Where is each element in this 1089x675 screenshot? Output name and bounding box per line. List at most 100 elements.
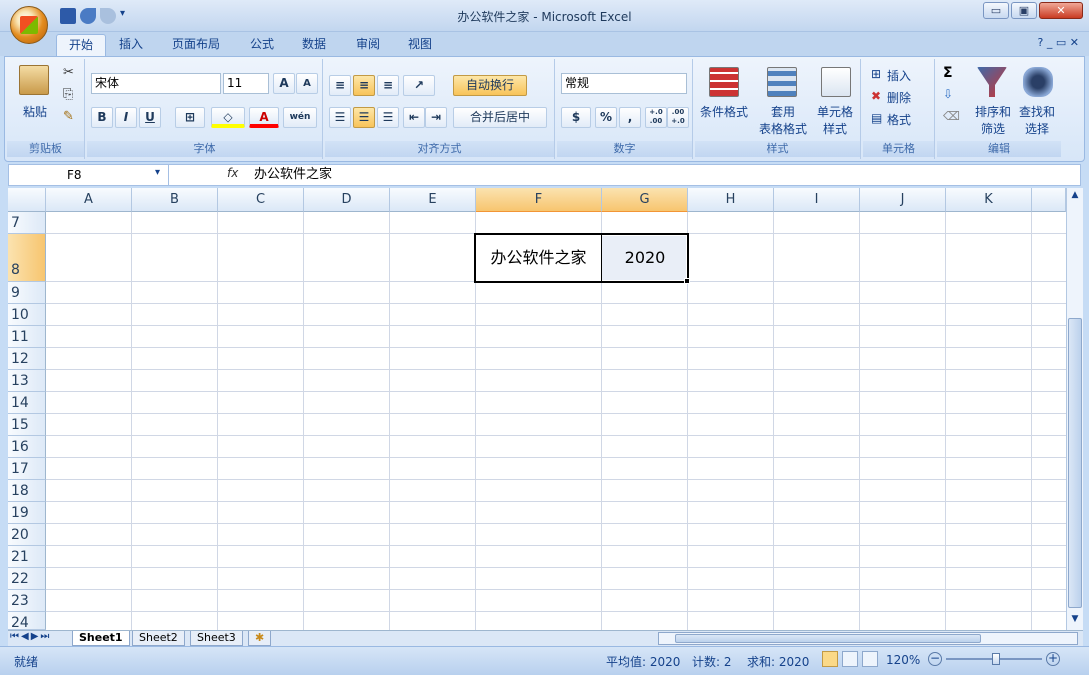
formula-input[interactable]: 办公软件之家 [254, 165, 332, 185]
scroll-up-icon[interactable]: ▲ [1068, 190, 1082, 204]
cell-G8[interactable]: 2020 [602, 234, 688, 282]
fill-color-icon[interactable]: ◇ [211, 107, 245, 128]
zoom-level[interactable]: 120% [886, 653, 920, 667]
row-header[interactable]: 14 [8, 392, 46, 414]
grow-font-button[interactable]: A [273, 73, 295, 94]
row-header[interactable]: 22 [8, 568, 46, 590]
office-button[interactable] [10, 6, 48, 44]
column-header[interactable]: C [218, 188, 304, 212]
delete-cells-icon[interactable]: ✖ [871, 89, 881, 103]
column-header[interactable]: H [688, 188, 774, 212]
cell-styles-icon[interactable] [821, 67, 851, 97]
column-header[interactable]: B [132, 188, 218, 212]
restore-button[interactable]: ▣ [1011, 2, 1037, 19]
new-sheet-icon[interactable]: ✱ [248, 631, 272, 646]
sheet-tab-3[interactable]: Sheet3 [190, 631, 243, 646]
row-header[interactable]: 15 [8, 414, 46, 436]
sort-filter-line2[interactable]: 筛选 [971, 120, 1015, 137]
minimize-button[interactable]: ▭ [983, 2, 1009, 19]
format-table-line1[interactable]: 套用 [753, 103, 813, 120]
column-header[interactable]: A [46, 188, 132, 212]
decrease-decimal-button[interactable]: .00 +.0 [667, 107, 689, 128]
font-color-button[interactable]: A [249, 107, 279, 128]
sort-filter-icon[interactable] [977, 67, 1007, 97]
scroll-thumb[interactable] [1068, 318, 1082, 608]
row-header[interactable]: 13 [8, 370, 46, 392]
tab-insert[interactable]: 插入 [107, 34, 155, 56]
cell-styles-line1[interactable]: 单元格 [813, 103, 857, 120]
normal-view-icon[interactable] [822, 651, 838, 667]
zoom-out-icon[interactable]: − [928, 652, 942, 666]
row-header[interactable]: 10 [8, 304, 46, 326]
scroll-down-icon[interactable]: ▼ [1068, 614, 1082, 628]
tab-data[interactable]: 数据 [290, 34, 338, 56]
tab-formulas[interactable]: 公式 [238, 34, 286, 56]
sheet-tab-1[interactable]: Sheet1 [72, 631, 130, 646]
copy-icon[interactable]: ⎘ [63, 87, 73, 102]
zoom-in-icon[interactable]: + [1046, 652, 1060, 666]
italic-button[interactable]: I [115, 107, 137, 128]
sheet-nav-icon[interactable]: ⏮◀▶⏭ [10, 631, 51, 642]
cut-icon[interactable]: ✂ [63, 65, 74, 80]
row-header[interactable]: 9 [8, 282, 46, 304]
column-header[interactable]: J [860, 188, 946, 212]
row-header[interactable]: 19 [8, 502, 46, 524]
name-box-dropdown-icon[interactable]: ▾ [155, 167, 160, 178]
fill-icon[interactable]: ⇩ [943, 87, 953, 101]
column-header[interactable]: G [602, 188, 688, 212]
tab-page-layout[interactable]: 页面布局 [160, 34, 232, 56]
decrease-indent-icon[interactable]: ⇤ [403, 107, 425, 128]
page-layout-view-icon[interactable] [842, 651, 858, 667]
increase-decimal-button[interactable]: +.0 .00 [645, 107, 667, 128]
align-bottom-icon[interactable]: ≡ [377, 75, 399, 96]
insert-function-button[interactable]: fx [227, 166, 238, 180]
name-box[interactable]: F8 [9, 165, 169, 185]
tab-home[interactable]: 开始 [56, 34, 107, 56]
format-table-icon[interactable] [767, 67, 797, 97]
number-format-select[interactable]: 常规 [561, 73, 687, 94]
align-right-icon[interactable]: ☰ [377, 107, 399, 128]
row-header[interactable]: 12 [8, 348, 46, 370]
paste-icon[interactable] [19, 65, 49, 95]
row-header[interactable]: 8 [8, 234, 46, 282]
row-header[interactable]: 23 [8, 590, 46, 612]
align-top-icon[interactable]: ≡ [329, 75, 351, 96]
row-header[interactable]: 20 [8, 524, 46, 546]
vertical-scrollbar[interactable]: ▲ ▼ [1066, 188, 1083, 630]
find-select-icon[interactable] [1023, 67, 1053, 97]
hscroll-thumb[interactable] [675, 634, 981, 643]
help-icon[interactable]: ? _ ▭ ✕ [1038, 36, 1079, 49]
tab-review[interactable]: 审阅 [344, 34, 392, 56]
column-header[interactable]: I [774, 188, 860, 212]
column-header[interactable]: E [390, 188, 476, 212]
align-center-icon[interactable]: ☰ [353, 107, 375, 128]
column-header[interactable]: D [304, 188, 390, 212]
merge-center-button[interactable]: 合并后居中 [453, 107, 547, 128]
worksheet-grid[interactable]: A B C D E F G H I J K 7 8 9 10 11 12 13 … [8, 188, 1066, 630]
row-header[interactable]: 17 [8, 458, 46, 480]
customize-qat-icon[interactable]: ▾ [120, 8, 130, 24]
row-header[interactable]: 21 [8, 546, 46, 568]
close-button[interactable]: ✕ [1039, 2, 1083, 19]
save-icon[interactable] [60, 8, 76, 24]
align-left-icon[interactable]: ☰ [329, 107, 351, 128]
redo-icon[interactable] [100, 8, 116, 24]
increase-indent-icon[interactable]: ⇥ [425, 107, 447, 128]
format-painter-icon[interactable]: ✎ [63, 109, 74, 124]
row-header[interactable]: 18 [8, 480, 46, 502]
font-size-select[interactable]: 11 [223, 73, 269, 94]
column-header[interactable]: F [476, 188, 602, 212]
orientation-icon[interactable]: ↗ [403, 75, 435, 96]
find-select-line1[interactable]: 查找和 [1015, 103, 1059, 120]
format-cells-button[interactable]: 格式 [887, 111, 911, 128]
conditional-format-icon[interactable] [709, 67, 739, 97]
sheet-tab-2[interactable]: Sheet2 [132, 631, 185, 646]
cell-styles-line2[interactable]: 样式 [813, 120, 857, 137]
insert-cells-icon[interactable]: ⊞ [871, 67, 881, 81]
bold-button[interactable]: B [91, 107, 113, 128]
row-header[interactable]: 24 [8, 612, 46, 630]
horizontal-scrollbar[interactable] [658, 632, 1078, 645]
underline-button[interactable]: U [139, 107, 161, 128]
page-break-view-icon[interactable] [862, 651, 878, 667]
phonetic-button[interactable]: wén [283, 107, 317, 128]
